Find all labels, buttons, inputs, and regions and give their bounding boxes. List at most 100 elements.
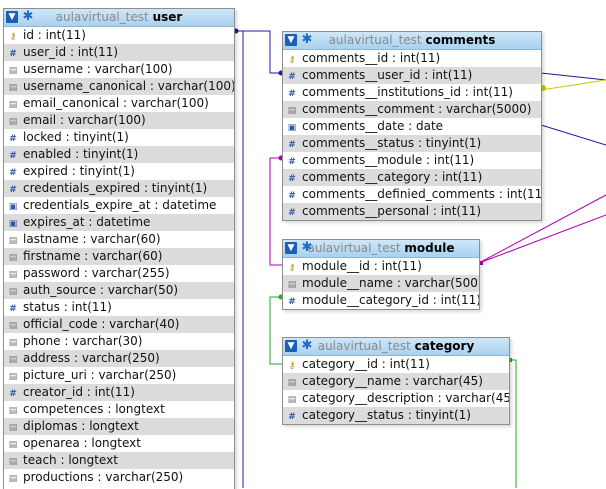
- table-column-row[interactable]: # comments__module : int(11): [283, 152, 541, 169]
- table-column-row[interactable]: ▤ phone : varchar(30): [4, 333, 234, 350]
- column-definition: email : varchar(100): [23, 113, 146, 127]
- table-column-row[interactable]: ▤ teach : longtext: [4, 452, 234, 469]
- table-column-row[interactable]: ▤ username : varchar(100): [4, 61, 234, 78]
- column-definition: enabled : tinyint(1): [23, 147, 139, 161]
- table-column-row[interactable]: # comments__personal : int(11): [283, 203, 541, 220]
- table-column-row[interactable]: # comments__definied_comments : int(11): [283, 186, 541, 203]
- table-column-row[interactable]: ▤ firstname : varchar(60): [4, 248, 234, 265]
- table-column-row[interactable]: ⚷ comments__id : int(11): [283, 50, 541, 67]
- table-column-row[interactable]: ▣ comments__date : date: [283, 118, 541, 135]
- column-definition: module__id : int(11): [302, 259, 422, 273]
- hash-icon: #: [288, 208, 296, 218]
- table-column-row[interactable]: # comments__status : tinyint(1): [283, 135, 541, 152]
- table-column-row[interactable]: # module__category_id : int(11): [283, 292, 479, 309]
- column-definition: diplomas : longtext: [23, 419, 139, 433]
- table-column-row[interactable]: ⚷ id : int(11): [4, 27, 234, 44]
- collapse-toggle-icon[interactable]: ▼: [285, 242, 297, 254]
- table-column-row[interactable]: ▤ openarea : longtext: [4, 435, 234, 452]
- table-column-row[interactable]: # comments__user_id : int(11): [283, 67, 541, 84]
- column-definition: comments__date : date: [302, 119, 444, 133]
- table-user[interactable]: ▼ ✱ aulavirtual_test user ⚷ id : int(11) #…: [3, 8, 235, 489]
- text-field-icon: ▤: [8, 440, 18, 450]
- table-name: module: [404, 241, 455, 255]
- column-definition: locked : tinyint(1): [23, 130, 129, 144]
- table-name: comments: [425, 33, 496, 47]
- column-list: ⚷ comments__id : int(11) # comments__user_i…: [283, 50, 541, 220]
- table-column-row[interactable]: # credentials_expired : tinyint(1): [4, 180, 234, 197]
- table-column-row[interactable]: ▤ category__description : varchar(45): [283, 390, 509, 407]
- table-column-row[interactable]: ▤ username_canonical : varchar(100): [4, 78, 234, 95]
- table-column-row[interactable]: ▤ competences : longtext: [4, 401, 234, 418]
- table-module[interactable]: ▼ ✱ aulavirtual_test module ⚷ module__id …: [282, 239, 480, 310]
- table-column-row[interactable]: ▤ diplomas : longtext: [4, 418, 234, 435]
- column-definition: comments__personal : int(11): [302, 204, 482, 218]
- table-column-row[interactable]: ▤ password : varchar(255): [4, 265, 234, 282]
- column-definition: competences : longtext: [23, 402, 165, 416]
- relation-module-category: [269, 296, 282, 365]
- table-column-row[interactable]: ▣ credentials_expire_at : datetime: [4, 197, 234, 214]
- column-definition: username_canonical : varchar(100): [23, 79, 234, 93]
- table-comments[interactable]: ▼ ✱ aulavirtual_test comments ⚷ comments_…: [282, 31, 542, 221]
- table-column-row[interactable]: ▤ category__name : varchar(45): [283, 373, 509, 390]
- table-column-row[interactable]: ▤ picture_uri : varchar(250): [4, 367, 234, 384]
- calendar-icon: ▣: [287, 123, 297, 133]
- column-definition: credentials_expired : tinyint(1): [23, 181, 208, 195]
- column-definition: comments__institutions_id : int(11): [302, 85, 513, 99]
- table-column-row[interactable]: ▤ email : varchar(100): [4, 112, 234, 129]
- table-header[interactable]: ▼ ✱ aulavirtual_test module: [283, 240, 479, 258]
- table-column-row[interactable]: ⚷ category__id : int(11): [283, 356, 509, 373]
- column-definition: category__id : int(11): [302, 357, 430, 371]
- table-column-row[interactable]: # expired : tinyint(1): [4, 163, 234, 180]
- column-definition: category__name : varchar(45): [302, 374, 483, 388]
- text-field-icon: ▤: [8, 117, 18, 127]
- table-column-row[interactable]: # comments__category : int(11): [283, 169, 541, 186]
- table-column-row[interactable]: # locked : tinyint(1): [4, 129, 234, 146]
- hash-icon: #: [9, 304, 17, 314]
- hash-icon: #: [9, 168, 17, 178]
- table-column-row[interactable]: # comments__institutions_id : int(11): [283, 84, 541, 101]
- table-column-row[interactable]: ▤ productions : varchar(250): [4, 469, 234, 486]
- gear-icon[interactable]: ✱: [300, 339, 314, 353]
- collapse-toggle-icon[interactable]: ▼: [285, 34, 297, 46]
- column-definition: password : varchar(255): [23, 266, 170, 280]
- column-definition: expired : tinyint(1): [23, 164, 135, 178]
- table-category[interactable]: ▼ ✱ aulavirtual_test category ⚷ category_…: [282, 337, 510, 425]
- gear-icon[interactable]: ✱: [300, 241, 314, 255]
- table-column-row[interactable]: ▤ official_code : varchar(40): [4, 316, 234, 333]
- table-column-row[interactable]: ▤ address : varchar(250): [4, 350, 234, 367]
- column-definition: username : varchar(100): [23, 62, 173, 76]
- collapse-toggle-icon[interactable]: ▼: [285, 340, 297, 352]
- column-list: ⚷ category__id : int(11) ▤ category__name :…: [283, 356, 509, 424]
- column-definition: teach : longtext: [23, 453, 118, 467]
- table-column-row[interactable]: ▤ auth_source : varchar(50): [4, 282, 234, 299]
- table-column-row[interactable]: ▣ expires_at : datetime: [4, 214, 234, 231]
- table-column-row[interactable]: # category__status : tinyint(1): [283, 407, 509, 424]
- key-icon: ⚷: [288, 55, 296, 65]
- column-list: ⚷ id : int(11) # user_id : int(11) ▤ username…: [4, 27, 234, 486]
- table-column-row[interactable]: ▤ lastname : varchar(60): [4, 231, 234, 248]
- text-field-icon: ▤: [287, 395, 297, 405]
- relation-yellow: [540, 79, 606, 91]
- table-column-row[interactable]: # enabled : tinyint(1): [4, 146, 234, 163]
- column-definition: credentials_expire_at : datetime: [23, 198, 217, 212]
- column-definition: category__status : tinyint(1): [302, 408, 471, 422]
- collapse-toggle-icon[interactable]: ▼: [6, 11, 18, 23]
- table-column-row[interactable]: # user_id : int(11): [4, 44, 234, 61]
- text-field-icon: ▤: [8, 474, 18, 484]
- table-column-row[interactable]: ⚷ module__id : int(11): [283, 258, 479, 275]
- table-header[interactable]: ▼ ✱ aulavirtual_test category: [283, 338, 509, 356]
- gear-icon[interactable]: ✱: [21, 10, 35, 24]
- relation-user-comments: [235, 30, 282, 74]
- table-header[interactable]: ▼ ✱ aulavirtual_test user: [4, 9, 234, 27]
- gear-icon[interactable]: ✱: [300, 33, 314, 47]
- key-icon: ⚷: [288, 361, 296, 371]
- table-column-row[interactable]: ▤ email_canonical : varchar(100): [4, 95, 234, 112]
- relation-module-offscreen: [478, 214, 606, 264]
- table-column-row[interactable]: # creator_id : int(11): [4, 384, 234, 401]
- column-definition: module__category_id : int(11): [302, 293, 479, 307]
- table-column-row[interactable]: ▤ module__name : varchar(500): [283, 275, 479, 292]
- text-field-icon: ▤: [8, 100, 18, 110]
- table-column-row[interactable]: # status : int(11): [4, 299, 234, 316]
- table-column-row[interactable]: ▤ comments__comment : varchar(5000): [283, 101, 541, 118]
- table-header[interactable]: ▼ ✱ aulavirtual_test comments: [283, 32, 541, 50]
